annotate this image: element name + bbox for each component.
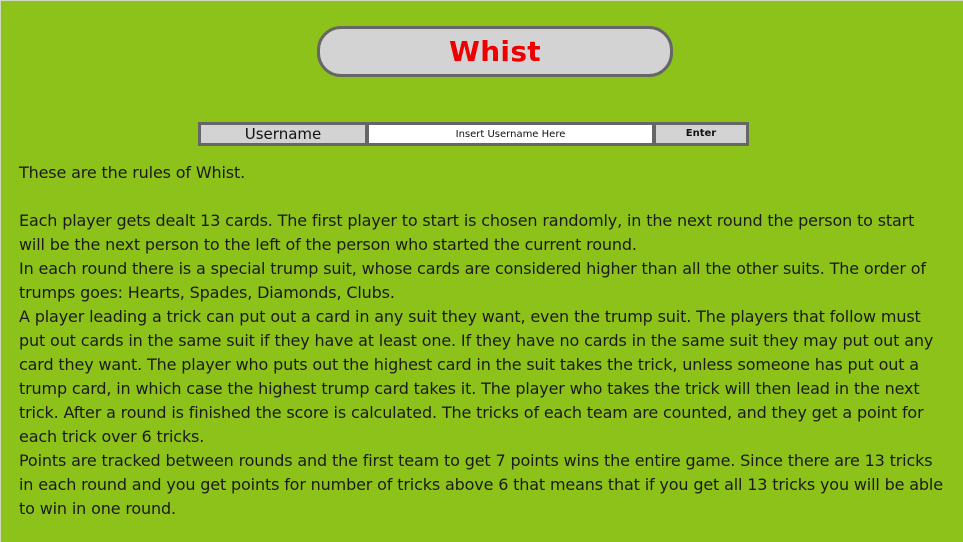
username-form: Username Enter bbox=[198, 122, 749, 146]
rules-paragraph-scoring: Points are tracked between rounds and th… bbox=[19, 451, 943, 518]
rules-text: These are the rules of Whist. Each playe… bbox=[19, 161, 944, 521]
username-input[interactable] bbox=[369, 125, 652, 143]
rules-paragraph-trumps: In each round there is a special trump s… bbox=[19, 259, 926, 302]
rules-intro: These are the rules of Whist. bbox=[19, 163, 246, 182]
enter-button[interactable]: Enter bbox=[656, 125, 746, 143]
page-title: Whist bbox=[449, 35, 541, 68]
username-label: Username bbox=[201, 125, 365, 143]
rules-paragraph-dealing: Each player gets dealt 13 cards. The fir… bbox=[19, 211, 915, 254]
rules-paragraph-tricks: A player leading a trick can put out a c… bbox=[19, 307, 934, 446]
title-banner: Whist bbox=[317, 26, 673, 77]
